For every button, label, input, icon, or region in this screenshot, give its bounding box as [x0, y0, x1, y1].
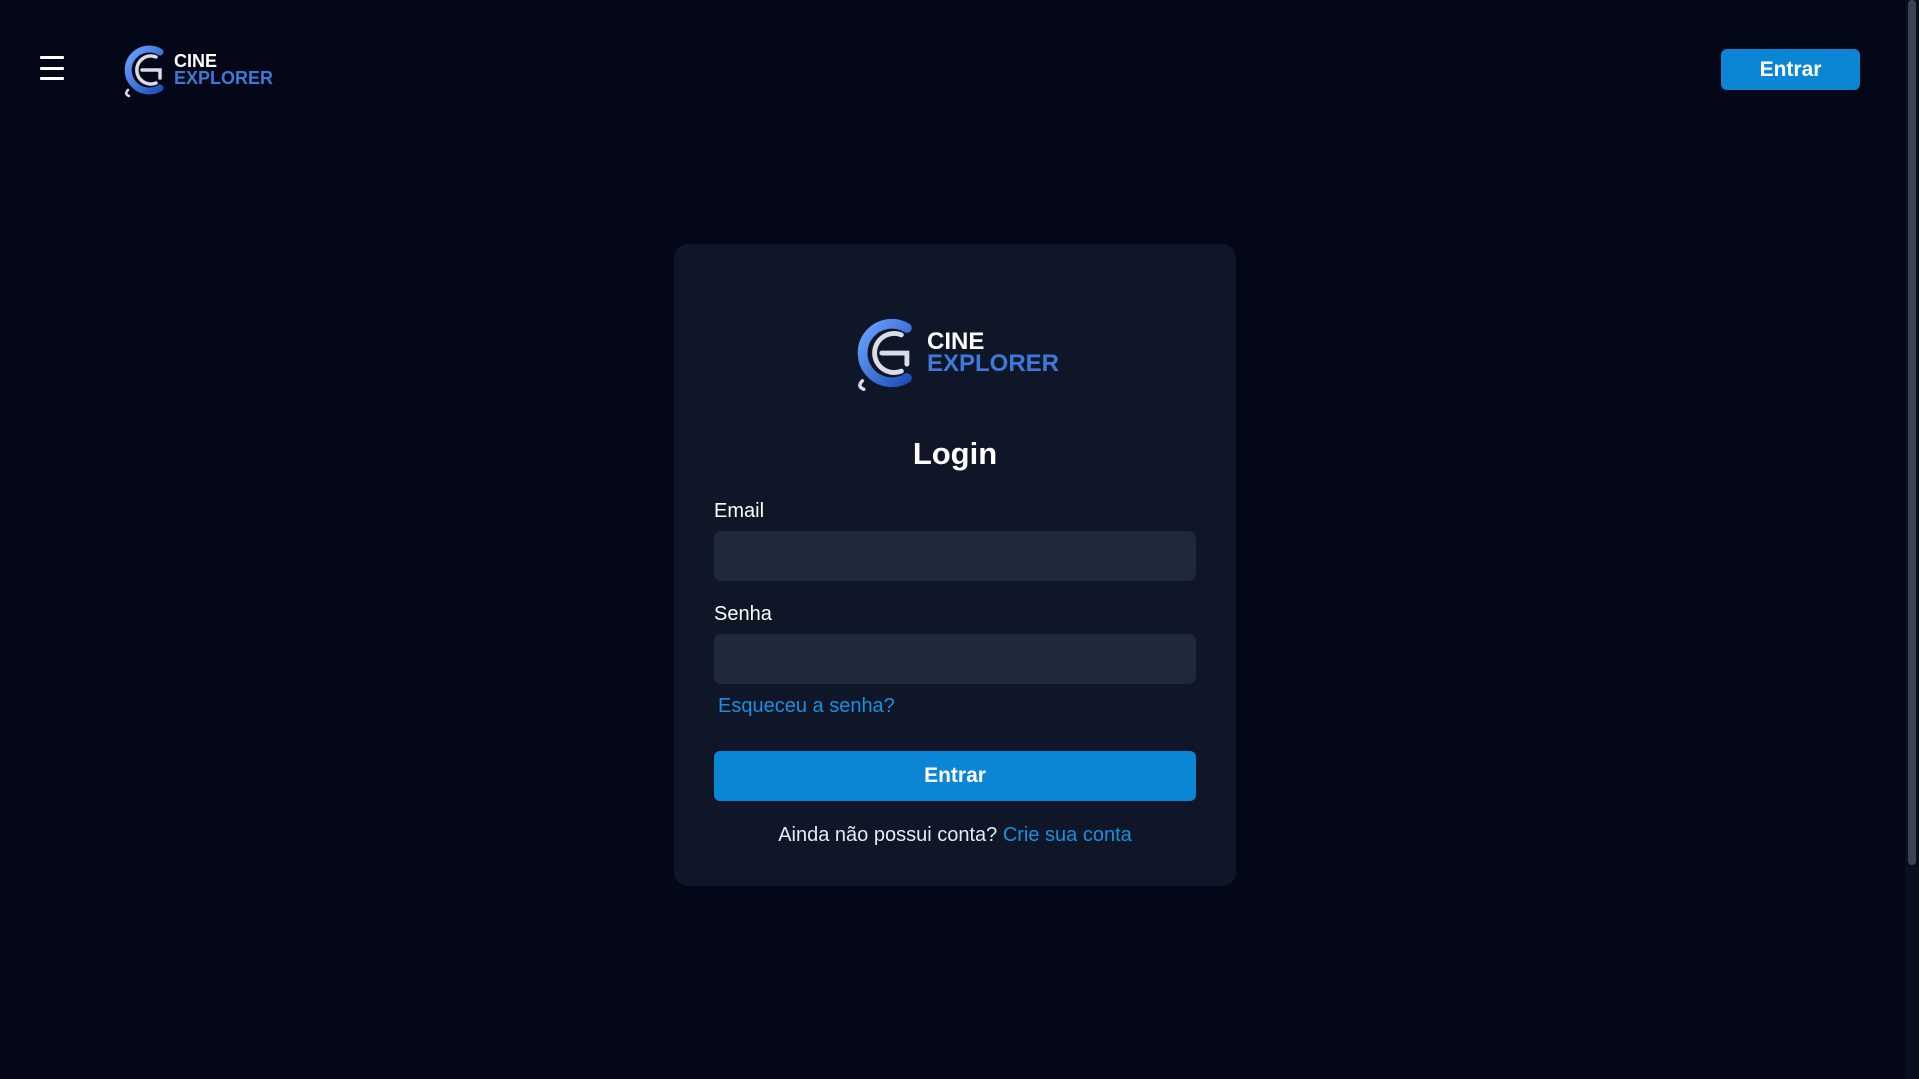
hamburger-menu-icon[interactable]	[40, 56, 70, 80]
card-logo: CINE EXPLORER	[674, 314, 1236, 392]
login-title: Login	[912, 436, 998, 471]
card-logo-text: CINE EXPLORER	[926, 330, 1060, 377]
login-submit-button[interactable]: Entrar	[714, 751, 1196, 801]
signup-link[interactable]: Crie sua conta	[1003, 824, 1132, 846]
scrollbar-thumb[interactable]	[1908, 0, 1916, 865]
password-label: Senha	[714, 603, 772, 625]
logo-word-explorer: EXPLORER	[926, 350, 1060, 377]
signup-prompt: Ainda não possui conta?	[778, 824, 1003, 846]
logo-word-explorer: EXPLORER	[174, 68, 274, 88]
password-field[interactable]	[714, 634, 1196, 684]
page-scrollbar[interactable]	[1905, 0, 1919, 1079]
cine-explorer-logo-icon	[124, 45, 164, 98]
signup-row: Ainda não possui conta? Crie sua conta	[674, 824, 1236, 847]
menu-line	[40, 56, 64, 59]
header-logo[interactable]: CINE EXPLORER	[120, 40, 273, 100]
menu-line	[40, 77, 64, 80]
cine-explorer-logo-icon	[857, 318, 912, 391]
forgot-password-link[interactable]: Esqueceu a senha?	[718, 695, 895, 718]
email-field[interactable]	[714, 531, 1196, 581]
menu-line	[40, 66, 64, 70]
header-login-button[interactable]: Entrar	[1721, 49, 1860, 90]
top-header: CINE EXPLORER Entrar	[0, 0, 1900, 140]
email-label: Email	[714, 500, 765, 522]
header-logo-text: CINE EXPLORER	[174, 52, 274, 88]
login-card: CINE EXPLORER Login Email Senha Esqueceu…	[674, 244, 1236, 886]
login-page: CINE EXPLORER Entrar CINE EXPLORER Login…	[0, 0, 1919, 1079]
